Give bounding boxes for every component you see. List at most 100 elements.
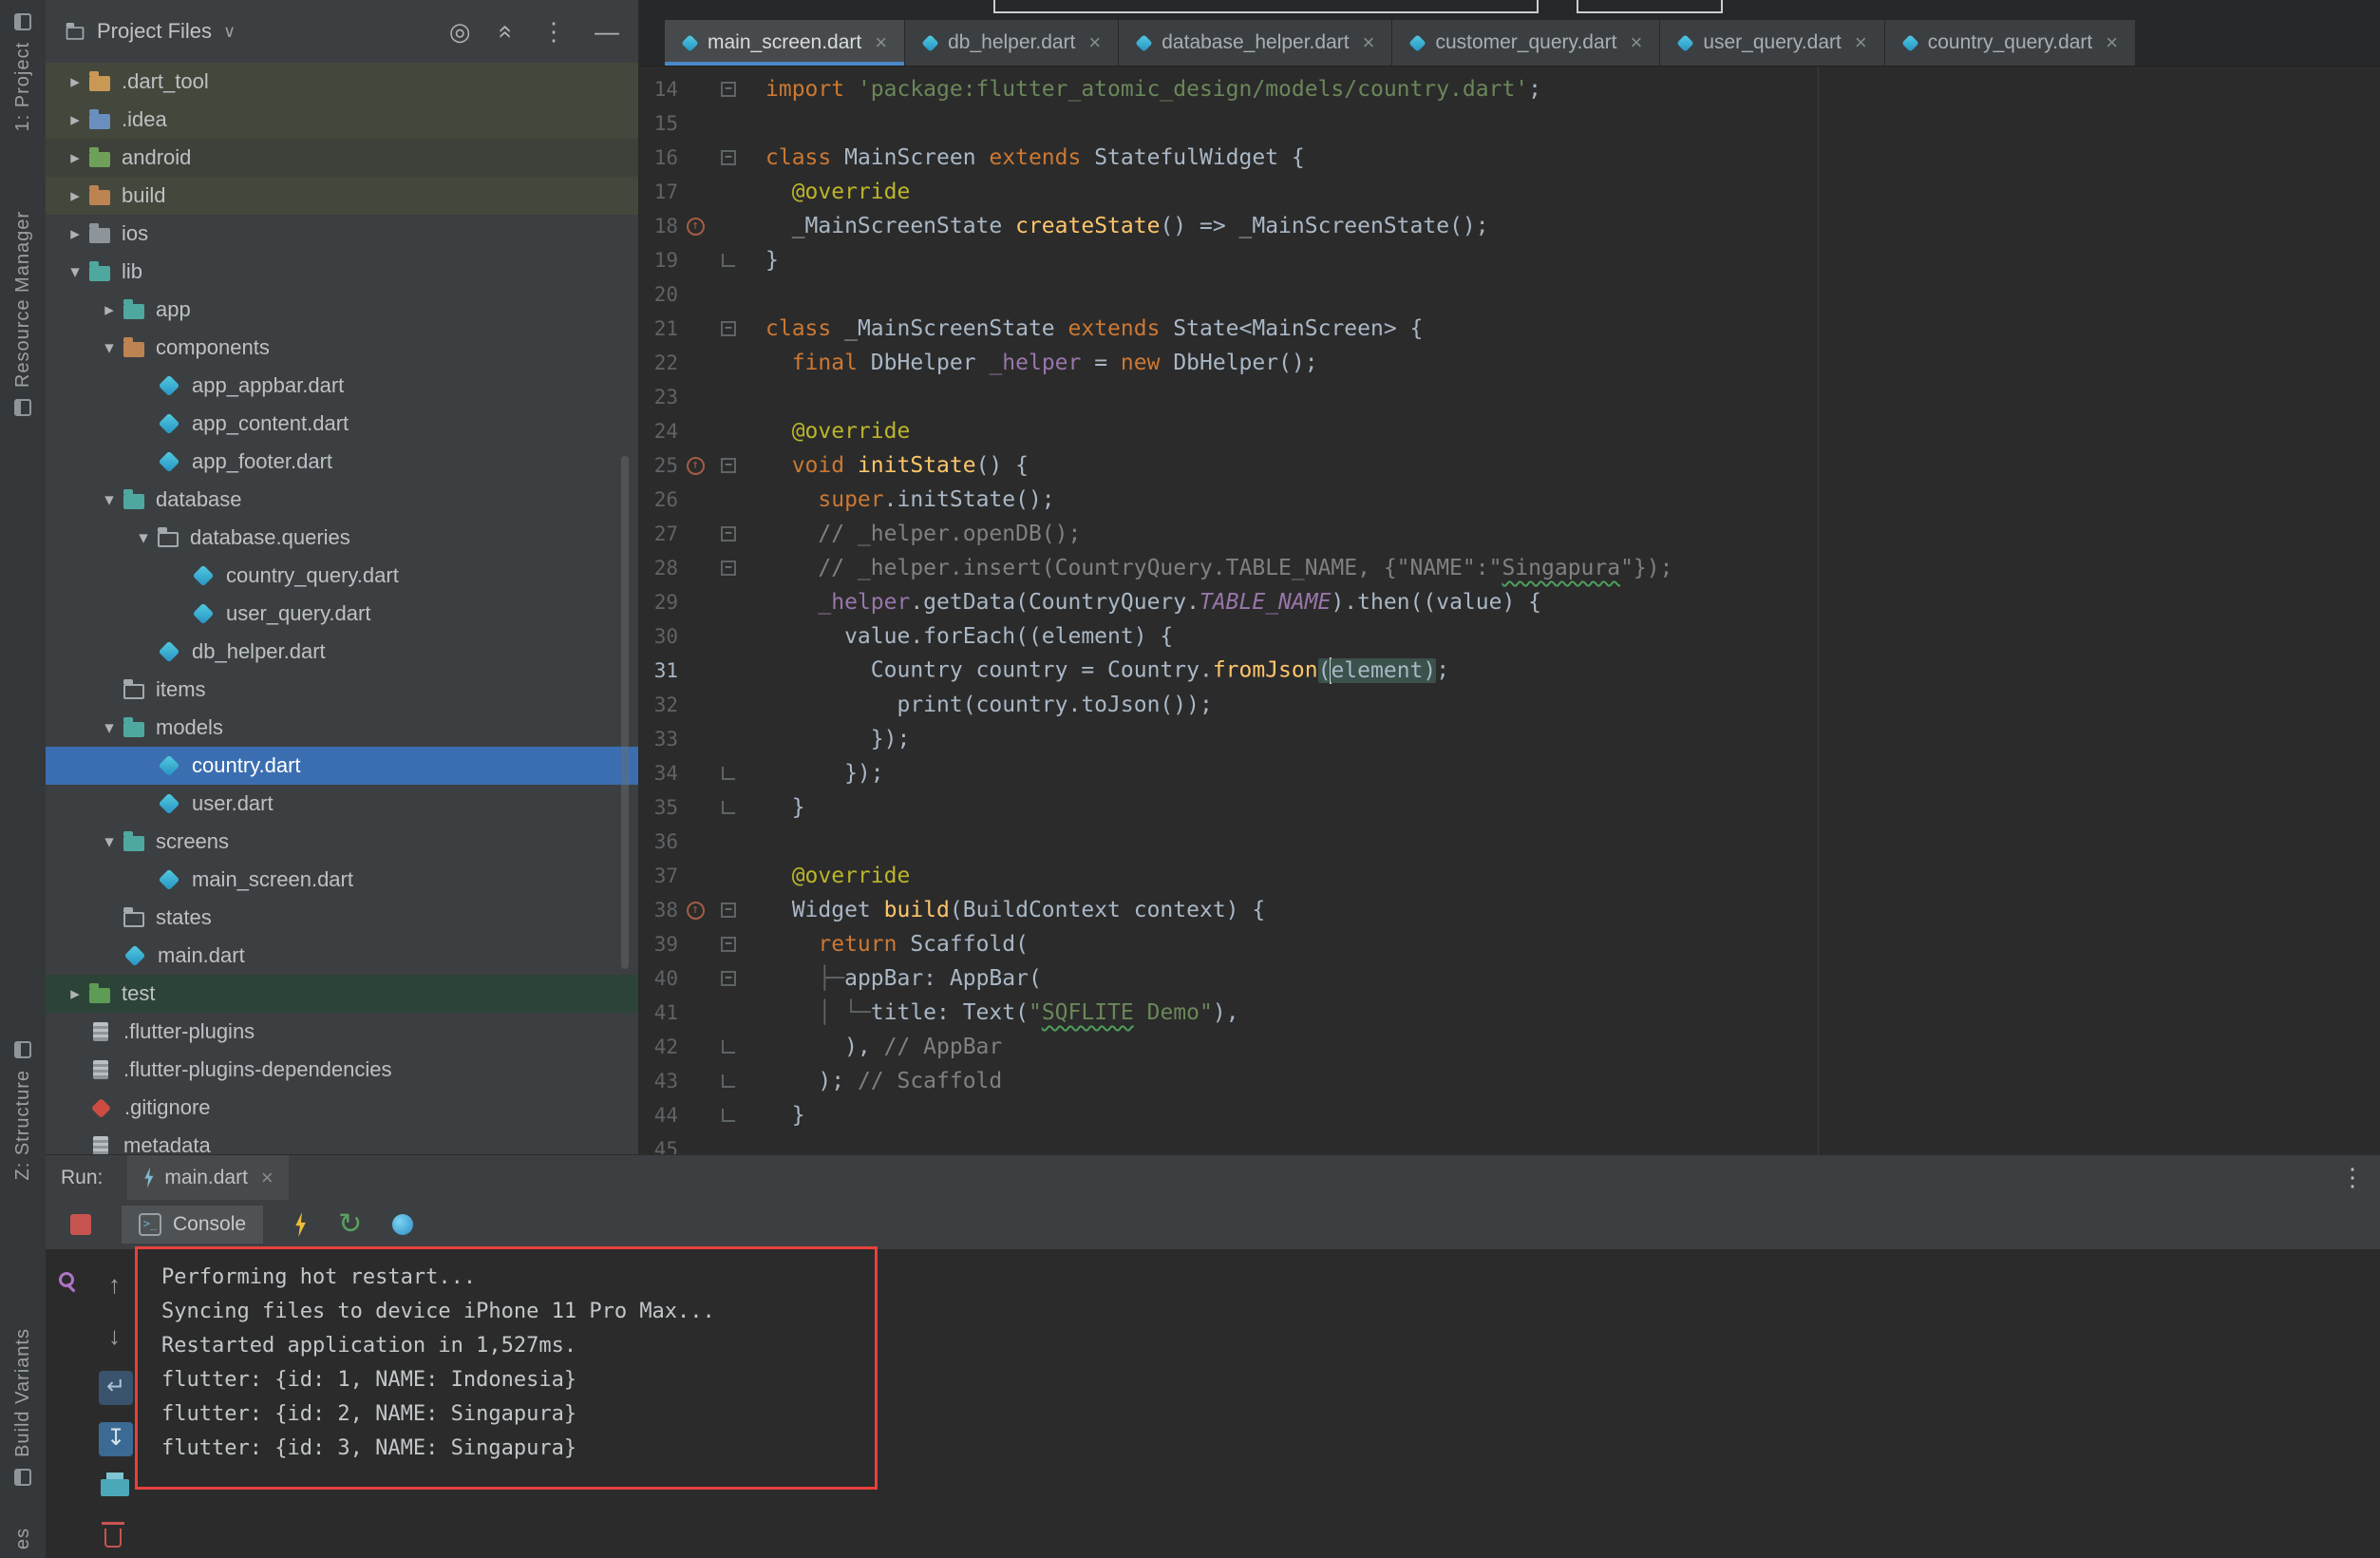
run-configuration-tab[interactable]: main.dart × bbox=[127, 1155, 289, 1200]
fold-collapse-icon[interactable]: − bbox=[721, 458, 736, 473]
tree-item-app-content-dart[interactable]: app_content.dart bbox=[46, 405, 638, 443]
close-icon[interactable]: × bbox=[1088, 30, 1101, 55]
hide-panel-icon[interactable]: — bbox=[595, 17, 619, 47]
chevron-right-icon[interactable]: ▸ bbox=[95, 299, 123, 321]
tree-item-states[interactable]: states bbox=[46, 899, 638, 937]
chevron-down-icon[interactable]: ▾ bbox=[95, 337, 123, 359]
run-bar-more-icon[interactable]: ⋮ bbox=[2340, 1163, 2365, 1192]
tree-item-database[interactable]: ▾ database bbox=[46, 481, 638, 519]
tool-window-button-z-structure[interactable]: Z: Structure bbox=[0, 1041, 46, 1180]
tree-item--flutter-plugins-dependencies[interactable]: .flutter-plugins-dependencies bbox=[46, 1051, 638, 1089]
editor-tab-database-helper-dart[interactable]: database_helper.dart × bbox=[1119, 20, 1393, 66]
tool-window-button-es[interactable]: es bbox=[0, 1528, 46, 1549]
fold-end-icon[interactable] bbox=[722, 767, 735, 780]
tree-item-main-dart[interactable]: main.dart bbox=[46, 937, 638, 975]
fold-collapse-icon[interactable]: − bbox=[721, 82, 736, 97]
tree-item-ios[interactable]: ▸ ios bbox=[46, 215, 638, 253]
fold-collapse-icon[interactable]: − bbox=[721, 321, 736, 336]
chevron-right-icon[interactable]: ▸ bbox=[61, 185, 89, 207]
tree-item--gitignore[interactable]: .gitignore bbox=[46, 1089, 638, 1127]
chevron-down-icon[interactable]: ▾ bbox=[95, 831, 123, 853]
chevron-right-icon[interactable]: ▸ bbox=[61, 109, 89, 131]
tree-item-user-dart[interactable]: user.dart bbox=[46, 785, 638, 823]
fold-collapse-icon[interactable]: − bbox=[721, 937, 736, 952]
close-icon[interactable]: × bbox=[261, 1166, 274, 1190]
editor-tab-db-helper-dart[interactable]: db_helper.dart × bbox=[905, 20, 1120, 66]
tree-item-items[interactable]: items bbox=[46, 671, 638, 709]
close-icon[interactable]: × bbox=[2106, 30, 2118, 55]
fold-collapse-icon[interactable]: − bbox=[721, 971, 736, 986]
tree-item-user-query-dart[interactable]: user_query.dart bbox=[46, 595, 638, 633]
tree-item-android[interactable]: ▸ android bbox=[46, 139, 638, 177]
close-icon[interactable]: × bbox=[1363, 30, 1375, 55]
devtools-icon[interactable] bbox=[392, 1214, 414, 1235]
chevron-right-icon[interactable]: ▸ bbox=[61, 223, 89, 245]
tree-item-screens[interactable]: ▾ screens bbox=[46, 823, 638, 861]
tree-item-country-query-dart[interactable]: country_query.dart bbox=[46, 557, 638, 595]
chevron-right-icon[interactable]: ▸ bbox=[61, 71, 89, 93]
fold-end-icon[interactable] bbox=[722, 1074, 735, 1088]
override-gutter-icon[interactable]: ↑ bbox=[678, 901, 712, 920]
locate-icon[interactable]: ◎ bbox=[449, 17, 471, 47]
clear-icon[interactable] bbox=[102, 1522, 124, 1548]
tool-window-button-resource-manager[interactable]: Resource Manager bbox=[0, 211, 46, 417]
tree-item-components[interactable]: ▾ components bbox=[46, 329, 638, 367]
tree-item-database-queries[interactable]: ▾ database.queries bbox=[46, 519, 638, 557]
tree-item--dart-tool[interactable]: ▸ .dart_tool bbox=[46, 63, 638, 101]
tree-item--flutter-plugins[interactable]: .flutter-plugins bbox=[46, 1013, 638, 1051]
close-icon[interactable]: × bbox=[875, 30, 887, 55]
scroll-down-icon[interactable]: ↓ bbox=[108, 1321, 121, 1351]
chevron-right-icon[interactable]: ▸ bbox=[61, 147, 89, 169]
pin-icon[interactable] bbox=[59, 1272, 80, 1293]
editor-tab-main-screen-dart[interactable]: main_screen.dart × bbox=[665, 20, 906, 66]
fold-end-icon[interactable] bbox=[722, 254, 735, 267]
tree-item-test[interactable]: ▸ test bbox=[46, 975, 638, 1013]
fold-collapse-icon[interactable]: − bbox=[721, 150, 736, 165]
project-scrollbar[interactable] bbox=[621, 456, 629, 969]
fold-collapse-icon[interactable]: − bbox=[721, 902, 736, 918]
stop-icon[interactable] bbox=[70, 1214, 91, 1235]
fold-end-icon[interactable] bbox=[722, 801, 735, 814]
scroll-to-end-icon[interactable]: ↧ bbox=[99, 1422, 133, 1456]
editor-tab-user-query-dart[interactable]: user_query.dart × bbox=[1660, 20, 1885, 66]
tree-item-app-appbar-dart[interactable]: app_appbar.dart bbox=[46, 367, 638, 405]
project-view-selector[interactable]: Project Files bbox=[97, 19, 212, 44]
tree-item-app-footer-dart[interactable]: app_footer.dart bbox=[46, 443, 638, 481]
tree-item-country-dart[interactable]: country.dart bbox=[46, 747, 638, 785]
override-gutter-icon[interactable]: ↑ bbox=[678, 217, 712, 236]
scroll-up-icon[interactable]: ↑ bbox=[108, 1270, 121, 1300]
tool-window-button-1-project[interactable]: 1: Project bbox=[0, 13, 46, 131]
override-gutter-icon[interactable]: ↑ bbox=[678, 456, 712, 475]
fold-end-icon[interactable] bbox=[722, 1109, 735, 1122]
hot-reload-icon[interactable] bbox=[295, 1212, 306, 1237]
tree-item-db-helper-dart[interactable]: db_helper.dart bbox=[46, 633, 638, 671]
tree-item-models[interactable]: ▾ models bbox=[46, 709, 638, 747]
override-icon[interactable]: ↑ bbox=[686, 456, 705, 475]
tree-item-main-screen-dart[interactable]: main_screen.dart bbox=[46, 861, 638, 899]
tree-item-lib[interactable]: ▾ lib bbox=[46, 253, 638, 291]
print-icon[interactable] bbox=[101, 1472, 129, 1496]
close-icon[interactable]: × bbox=[1630, 30, 1642, 55]
chevron-down-icon[interactable]: ∨ bbox=[223, 22, 236, 42]
tree-item-app[interactable]: ▸ app bbox=[46, 291, 638, 329]
console-tab[interactable]: >_ Console bbox=[122, 1206, 264, 1244]
tree-item-build[interactable]: ▸ build bbox=[46, 177, 638, 215]
chevron-down-icon[interactable]: ▾ bbox=[61, 261, 89, 283]
code-editor[interactable]: 14 − import 'package:flutter_atomic_design… bbox=[640, 66, 2380, 1154]
tree-item--idea[interactable]: ▸ .idea bbox=[46, 101, 638, 139]
tool-window-button-build-variants[interactable]: Build Variants bbox=[0, 1328, 46, 1486]
more-options-icon[interactable]: ⋮ bbox=[541, 17, 566, 47]
chevron-right-icon[interactable]: ▸ bbox=[61, 983, 89, 1005]
fold-collapse-icon[interactable]: − bbox=[721, 526, 736, 542]
close-icon[interactable]: × bbox=[1855, 30, 1867, 55]
override-icon[interactable]: ↑ bbox=[686, 901, 705, 920]
override-icon[interactable]: ↑ bbox=[686, 217, 705, 236]
hot-restart-icon[interactable]: ↻ bbox=[338, 1210, 362, 1239]
fold-collapse-icon[interactable]: − bbox=[721, 560, 736, 576]
tree-item-metadata[interactable]: metadata bbox=[46, 1127, 638, 1154]
soft-wrap-icon[interactable]: ↵ bbox=[99, 1371, 133, 1405]
chevron-down-icon[interactable]: ▾ bbox=[129, 527, 158, 549]
collapse-all-icon[interactable]: « bbox=[491, 25, 520, 38]
fold-end-icon[interactable] bbox=[722, 1040, 735, 1054]
chevron-down-icon[interactable]: ▾ bbox=[95, 717, 123, 739]
